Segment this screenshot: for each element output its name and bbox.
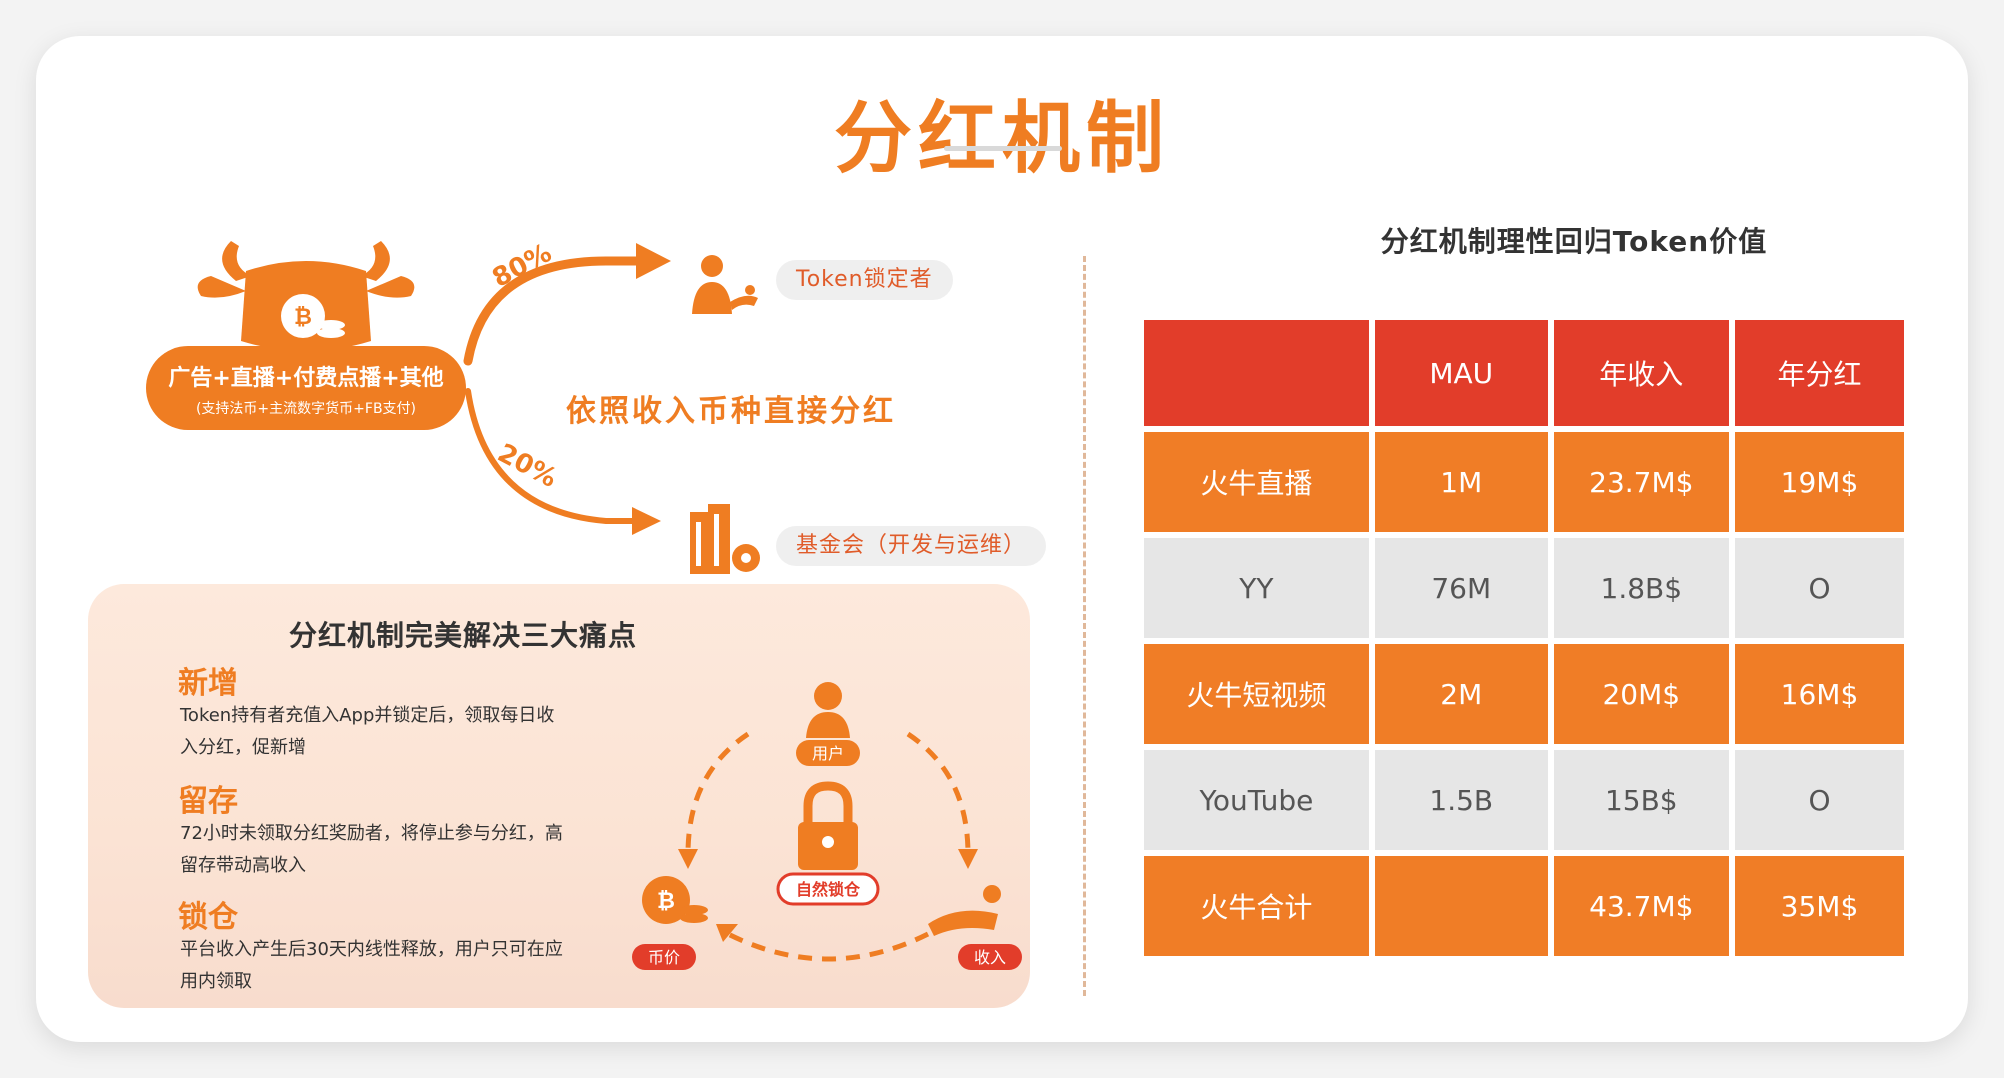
coin-bag-icon: ₿ — [642, 876, 708, 924]
revenue-source-main: 广告+直播+付费点播+其他 — [168, 366, 444, 391]
cycle-label-income: 收入 — [974, 948, 1006, 967]
svg-text:₿: ₿ — [294, 305, 312, 330]
token-holder-icon — [692, 255, 758, 314]
table-cell: 35M$ — [1734, 856, 1904, 956]
point-head-retention: 留存 — [178, 784, 238, 819]
header-cell: 年收入 — [1553, 320, 1729, 426]
title-underline — [944, 146, 1062, 151]
pain-points-title: 分红机制完美解决三大痛点 — [288, 619, 637, 652]
table-title: 分红机制理性回归Token价值 — [1380, 225, 1768, 258]
header-cell: 年分红 — [1734, 320, 1904, 426]
header-cell — [1144, 320, 1369, 426]
cycle-label-user: 用户 — [812, 744, 844, 763]
point-head-lockup: 锁仓 — [178, 900, 238, 935]
pain-points-card: 分红机制完美解决三大痛点 新增 Token持有者充值入App并锁定后，领取每日收… — [88, 584, 1030, 1008]
table-cell: 1.8B$ — [1553, 538, 1729, 638]
point-body-growth: Token持有者充值入App并锁定后，领取每日收入分红，促新增 — [180, 705, 555, 758]
table-row: YY 76M 1.8B$ O — [1144, 538, 1904, 638]
table-cell: 1M — [1374, 432, 1548, 532]
table-header-row: MAU 年收入 年分红 — [1144, 320, 1904, 426]
revenue-source-pill: 广告+直播+付费点播+其他 (支持法币+主流数字货币+FB支付) — [146, 346, 466, 430]
table-cell: 2M — [1374, 644, 1548, 744]
section-divider — [1083, 256, 1086, 996]
table-row: 火牛合计 43.7M$ 35M$ — [1144, 856, 1904, 956]
foundation-pill: 基金会（开发与运维） — [776, 526, 1047, 566]
user-icon — [806, 682, 850, 738]
header-cell: MAU — [1374, 320, 1548, 426]
table-cell: 19M$ — [1734, 432, 1904, 532]
table-cell: 16M$ — [1734, 644, 1904, 744]
table-row: 火牛直播 1M 23.7M$ 19M$ — [1144, 432, 1904, 532]
table-cell: YY — [1144, 538, 1369, 638]
svg-text:₿: ₿ — [657, 889, 675, 914]
point-body-lockup: 平台收入产生后30天内线性释放，用户只可在应用内领取 — [180, 939, 563, 992]
table-cell: 43.7M$ — [1553, 856, 1729, 956]
table-cell: O — [1734, 750, 1904, 850]
token-holder-pill: Token锁定者 — [776, 260, 953, 300]
bull-icon: ₿ — [197, 241, 415, 351]
table-cell: 火牛短视频 — [1144, 644, 1369, 744]
table-cell — [1374, 856, 1548, 956]
table-cell: 76M — [1374, 538, 1548, 638]
distribution-rule-text: 依照收入币种直接分红 — [566, 394, 896, 429]
table-cell: 23.7M$ — [1553, 432, 1729, 532]
table-cell: YouTube — [1144, 750, 1369, 850]
page-title: 分红机制 — [833, 94, 1170, 184]
table-cell: O — [1734, 538, 1904, 638]
cycle-label-lock: 自然锁仓 — [796, 880, 861, 899]
point-head-growth: 新增 — [178, 666, 238, 701]
lock-icon — [798, 781, 858, 870]
income-hand-icon — [928, 885, 1001, 936]
lockup-cycle-diagram: 用户 自然锁仓 ₿ 币价 收入 — [632, 682, 1022, 970]
comparison-table: MAU 年收入 年分红 火牛直播 1M 23.7M$ 19M$ YY 76M 1… — [1138, 314, 1910, 962]
table-cell: 火牛直播 — [1144, 432, 1369, 532]
slide: 分红机制 ₿ 广告+直播+付费点播+其他 (支持法币+主流数字货币+FB支付) … — [36, 36, 1968, 1042]
table-row: YouTube 1.5B 15B$ O — [1144, 750, 1904, 850]
table-cell: 15B$ — [1553, 750, 1729, 850]
cycle-label-coin: 币价 — [648, 948, 680, 967]
revenue-source-sub: (支持法币+主流数字货币+FB支付) — [195, 401, 417, 417]
point-body-retention: 72小时未领取分红奖励者，将停止参与分红，高留存带动高收入 — [180, 823, 563, 876]
foundation-building-icon — [690, 504, 760, 574]
table-cell: 1.5B — [1374, 750, 1548, 850]
table-cell: 火牛合计 — [1144, 856, 1369, 956]
table-row: 火牛短视频 2M 20M$ 16M$ — [1144, 644, 1904, 744]
table-cell: 20M$ — [1553, 644, 1729, 744]
